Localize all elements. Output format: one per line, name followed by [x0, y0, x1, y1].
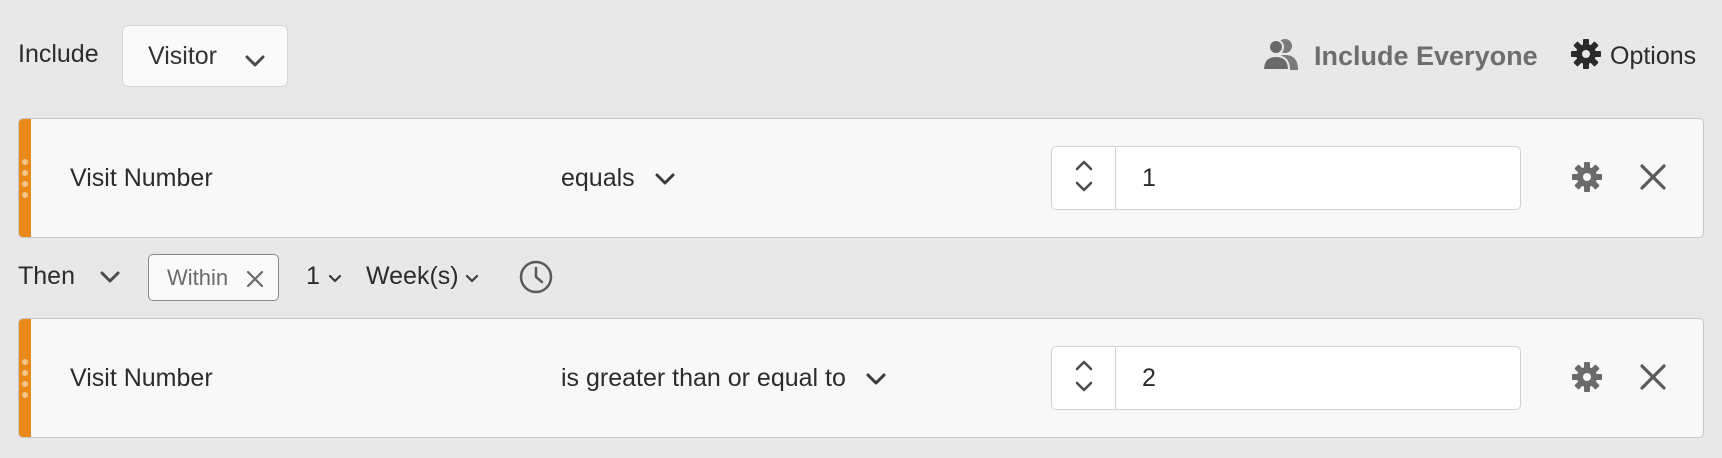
rule-operator-dropdown[interactable]: equals — [561, 119, 675, 237]
gear-icon[interactable] — [1571, 361, 1603, 398]
users-icon — [1261, 37, 1300, 76]
close-icon[interactable] — [1639, 163, 1667, 196]
rule-value-field[interactable]: 2 — [1051, 346, 1521, 410]
within-unit-value: Week(s) — [366, 262, 459, 290]
rule-row: Visit Number equals 1 — [18, 118, 1704, 238]
close-icon[interactable] — [246, 268, 264, 294]
chevron-down-icon[interactable] — [100, 270, 120, 289]
rule-operator-dropdown[interactable]: is greater than or equal to — [561, 319, 886, 437]
include-everyone-button[interactable]: Include Everyone — [1261, 36, 1538, 76]
container-type-dropdown[interactable]: Visitor — [122, 25, 288, 87]
include-label: Include — [18, 40, 99, 68]
stepper-down-icon[interactable] — [1075, 380, 1093, 398]
close-icon[interactable] — [1639, 363, 1667, 396]
segment-builder: Include Visitor Include Everyone Options… — [0, 0, 1722, 458]
stepper-down-icon[interactable] — [1075, 180, 1093, 198]
within-count-dropdown[interactable]: 1 — [306, 262, 342, 291]
rule-dimension: Visit Number — [70, 163, 213, 192]
within-unit-dropdown[interactable]: Week(s) — [366, 262, 479, 291]
gear-icon — [1570, 38, 1602, 75]
stepper-up-icon[interactable] — [1075, 158, 1093, 176]
options-button[interactable]: Options — [1570, 36, 1696, 76]
chevron-down-icon — [328, 262, 342, 291]
options-label: Options — [1610, 41, 1697, 70]
rule-dimension: Visit Number — [70, 363, 213, 392]
chevron-down-icon — [655, 164, 675, 193]
container-type-value: Visitor — [148, 41, 218, 70]
rule-value[interactable]: 2 — [1142, 347, 1156, 409]
rule-row: Visit Number is greater than or equal to… — [18, 318, 1704, 438]
chevron-down-icon — [245, 46, 265, 75]
include-everyone-label: Include Everyone — [1314, 40, 1538, 71]
within-tag-label: Within — [167, 264, 229, 290]
drag-handle-icon[interactable] — [22, 359, 28, 398]
rule-value[interactable]: 1 — [1142, 147, 1156, 209]
drag-handle-icon[interactable] — [22, 159, 28, 198]
within-tag[interactable]: Within — [148, 254, 279, 301]
rule-operator-value: is greater than or equal to — [561, 363, 846, 392]
within-count-value: 1 — [306, 262, 320, 290]
chevron-down-icon — [866, 364, 886, 393]
then-dropdown[interactable]: Then — [18, 262, 75, 291]
value-stepper[interactable] — [1052, 147, 1116, 209]
clock-icon[interactable] — [518, 259, 554, 300]
value-stepper[interactable] — [1052, 347, 1116, 409]
sequence-then-row: Then Within 1 Week(s) — [18, 252, 718, 302]
gear-icon[interactable] — [1571, 161, 1603, 198]
rule-operator-value: equals — [561, 163, 635, 192]
rule-value-field[interactable]: 1 — [1051, 146, 1521, 210]
chevron-down-icon — [465, 262, 479, 291]
stepper-up-icon[interactable] — [1075, 358, 1093, 376]
